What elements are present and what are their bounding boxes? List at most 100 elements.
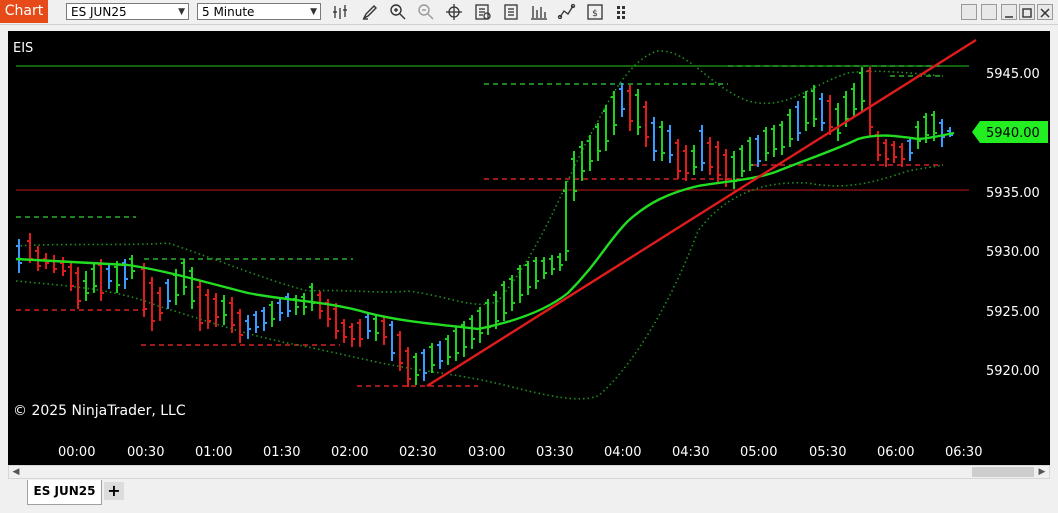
price-axis[interactable]: 5945.00 5935.00 5930.00 5925.00 5920.00 [986,67,1040,379]
ohlc-bar [277,297,283,321]
time-axis-label: 04:00 [604,445,641,460]
ohlc-bar [811,85,817,127]
price-axis-label: 5920.00 [986,364,1040,379]
ohlc-bar [819,93,825,131]
ohlc-bar [197,281,203,331]
ohlc-bar [557,253,563,271]
copyright-label: © 2025 NinjaTrader, LLC [13,403,186,419]
ohlc-bar [675,139,681,179]
ohlc-bar [859,67,865,111]
ohlc-bar [763,127,769,161]
ohlc-bar [579,141,585,181]
minimize-button[interactable] [1001,4,1017,20]
time-axis-label: 02:00 [331,445,368,460]
ohlc-bar [405,347,411,387]
scrollbar-thumb[interactable] [972,467,1034,477]
data-box-icon[interactable] [473,2,493,22]
strategies-icon[interactable] [557,2,577,22]
properties-icon[interactable] [501,2,521,22]
indicators-icon[interactable] [529,2,549,22]
ohlc-bar [429,343,435,373]
ohlc-bar [595,123,601,161]
ohlc-bar [603,105,609,151]
instrument-select-value: ES JUN25 [71,5,127,19]
tab-es-jun25[interactable]: ES JUN25 [27,480,102,505]
interval-select-value: 5 Minute [202,5,255,19]
ohlc-bar [373,315,379,341]
ohlc-bar [301,293,307,315]
draw-pencil-icon[interactable] [360,2,380,22]
svg-text:$: $ [592,9,598,19]
ohlc-bar [747,137,753,171]
tile-icon[interactable] [961,4,977,20]
moving-average-line[interactable] [15,131,955,331]
ohlc-bar [165,279,171,309]
ohlc-bar [51,255,57,273]
chart-canvas[interactable]: EIS 5945.00 5935.00 5930.00 5925.00 5920… [8,31,1050,465]
ohlc-bar [571,151,577,201]
time-axis[interactable]: 00:00 00:30 01:00 01:30 02:00 02:30 03:0… [58,445,982,460]
price-axis-label: 5945.00 [986,67,1040,82]
instrument-select[interactable]: ES JUN25 ▼ [66,3,189,20]
chart-menu-button[interactable]: Chart [0,0,48,23]
price-bars[interactable] [16,67,953,387]
ohlc-bar [349,323,355,347]
time-axis-label: 05:00 [740,445,777,460]
ohlc-bar [851,83,857,117]
horizontal-scrollbar[interactable]: ◀ ▶ [8,465,1050,479]
ohlc-bar [659,121,665,161]
trend-line[interactable] [426,38,977,388]
time-axis-label: 01:00 [195,445,232,460]
ohlc-bar [795,101,801,141]
ohlc-bar [341,319,347,343]
zoom-in-icon[interactable] [388,2,408,22]
ohlc-bar [731,151,737,189]
link-icon[interactable] [981,4,997,20]
bar-spacing-icon[interactable] [331,2,351,22]
chart-toolbar: Chart ES JUN25 ▼ 5 Minute ▼ $ [0,0,1058,25]
ohlc-bar [309,283,315,311]
interval-select[interactable]: 5 Minute ▼ [197,3,321,20]
time-axis-label: 00:00 [58,445,95,460]
add-tab-button[interactable]: + [104,482,124,500]
ohlc-bar [627,85,633,131]
ohlc-bar [939,119,945,147]
ohlc-bar [397,331,403,371]
ohlc-bar [907,137,913,161]
ohlc-bar [915,121,921,149]
tab-bar: ES JUN25 + [0,480,1058,513]
close-button[interactable] [1037,4,1053,20]
chart-trader-icon[interactable]: $ [585,2,605,22]
ohlc-bar [413,353,419,385]
ohlc-bar [189,267,195,309]
price-axis-label: 5935.00 [986,186,1040,201]
ohlc-bar [549,255,555,275]
ohlc-bar [389,321,395,361]
scroll-right-icon[interactable]: ▶ [1035,466,1049,478]
ohlc-bar [421,349,427,381]
ohlc-bar [485,299,491,335]
scroll-left-icon[interactable]: ◀ [9,466,23,478]
ohlc-bar [755,135,761,167]
ohlc-bar [445,335,451,365]
ohlc-bar [891,141,897,163]
ohlc-bar [739,145,745,177]
ohlc-bar [261,307,267,331]
ohlc-bar [771,125,777,157]
ohlc-bar [563,181,569,261]
ohlc-bar [533,257,539,289]
last-price-label: 5940.00 [986,126,1040,141]
ohlc-bar [245,315,251,339]
price-chart[interactable]: EIS 5945.00 5935.00 5930.00 5925.00 5920… [8,31,1050,465]
crosshair-icon[interactable] [444,2,464,22]
instrument-label: EIS [13,41,33,56]
ohlc-bar [68,263,74,291]
zoom-out-icon[interactable] [416,2,436,22]
ohlc-bar [899,143,905,167]
ohlc-bar [317,291,323,319]
maximize-button[interactable] [1019,4,1035,20]
envelope-bands [15,50,944,400]
more-icon[interactable] [613,2,633,22]
ohlc-bar [285,293,291,317]
ohlc-bar [157,287,163,321]
